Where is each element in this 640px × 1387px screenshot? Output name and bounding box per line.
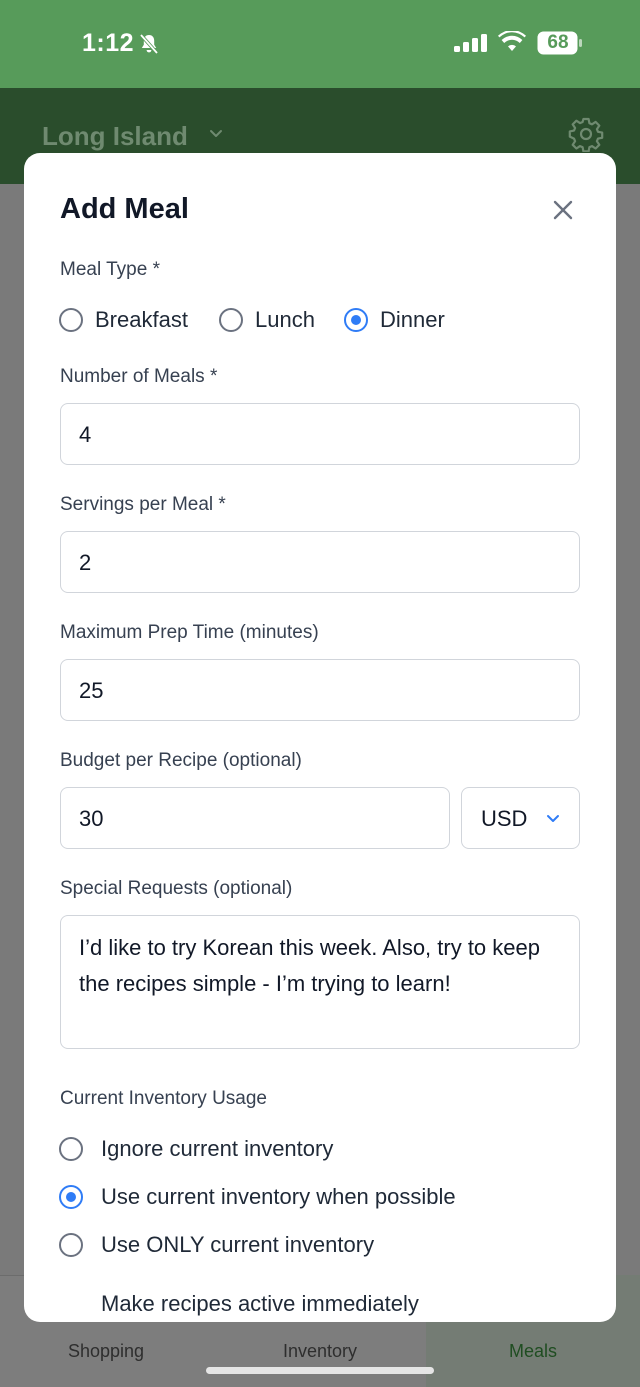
- location-selector[interactable]: Long Island: [42, 121, 188, 152]
- chevron-down-icon: [547, 815, 559, 822]
- number-of-meals-label: Number of Meals *: [60, 366, 218, 387]
- tab-inventory[interactable]: Inventory: [250, 1341, 390, 1362]
- radio-button-selected[interactable]: [344, 308, 368, 332]
- radio-button[interactable]: [219, 308, 243, 332]
- bell-slash-icon: [139, 33, 159, 55]
- chevron-down-icon[interactable]: [208, 126, 224, 142]
- radio-breakfast[interactable]: Breakfast: [59, 307, 188, 333]
- max-prep-time-label: Maximum Prep Time (minutes): [60, 622, 319, 643]
- special-requests-label: Special Requests (optional): [60, 878, 293, 899]
- inventory-usage-label: Current Inventory Usage: [60, 1088, 267, 1109]
- radio-button[interactable]: [59, 1233, 83, 1257]
- servings-per-meal-value: 2: [79, 550, 92, 575]
- add-meal-modal: Add Meal Meal Type * Breakfast Lunch Din…: [24, 153, 616, 1322]
- radio-button[interactable]: [59, 308, 83, 332]
- tab-shopping[interactable]: Shopping: [36, 1341, 176, 1362]
- radio-only-current-inventory-label: Use ONLY current inventory: [101, 1232, 375, 1257]
- radio-ignore-inventory-label: Ignore current inventory: [101, 1136, 334, 1161]
- wifi-icon: [498, 31, 526, 51]
- budget-value: 30: [79, 806, 104, 831]
- max-prep-time-value: 25: [79, 678, 104, 703]
- modal-title: Add Meal: [60, 193, 189, 225]
- radio-use-inventory-when-possible[interactable]: Use current inventory when possible: [59, 1184, 456, 1210]
- currency-value: USD: [481, 806, 528, 831]
- radio-button[interactable]: [59, 1137, 83, 1161]
- make-recipes-active-label[interactable]: Make recipes active immediately: [101, 1291, 419, 1317]
- special-requests-value: I’d like to try Korean this week. Also, …: [79, 935, 540, 996]
- status-time: 1:12: [82, 29, 135, 57]
- radio-use-inventory-when-possible-label: Use current inventory when possible: [101, 1184, 456, 1209]
- home-indicator: [206, 1367, 434, 1374]
- signal-icon: [454, 34, 487, 52]
- gear-icon[interactable]: [568, 116, 604, 152]
- servings-per-meal-label: Servings per Meal *: [60, 494, 226, 515]
- servings-per-meal-input[interactable]: 2: [60, 531, 580, 593]
- number-of-meals-input[interactable]: 4: [60, 403, 580, 465]
- meal-type-label: Meal Type *: [60, 259, 160, 280]
- radio-lunch-label: Lunch: [255, 307, 315, 332]
- radio-ignore-inventory[interactable]: Ignore current inventory: [59, 1136, 333, 1162]
- radio-lunch[interactable]: Lunch: [219, 307, 315, 333]
- number-of-meals-value: 4: [79, 422, 92, 447]
- radio-button-selected[interactable]: [59, 1185, 83, 1209]
- currency-select[interactable]: USD: [461, 787, 580, 849]
- close-icon[interactable]: [548, 195, 578, 225]
- radio-breakfast-label: Breakfast: [95, 307, 188, 332]
- radio-dinner-label: Dinner: [380, 307, 445, 332]
- budget-label: Budget per Recipe (optional): [60, 750, 302, 771]
- max-prep-time-input[interactable]: 25: [60, 659, 580, 721]
- budget-input[interactable]: 30: [60, 787, 450, 849]
- radio-only-current-inventory[interactable]: Use ONLY current inventory: [59, 1232, 374, 1258]
- special-requests-textarea[interactable]: I’d like to try Korean this week. Also, …: [60, 915, 580, 1049]
- tab-meals[interactable]: Meals: [463, 1341, 603, 1362]
- radio-dinner[interactable]: Dinner: [344, 307, 445, 333]
- battery-level: 68: [547, 32, 569, 53]
